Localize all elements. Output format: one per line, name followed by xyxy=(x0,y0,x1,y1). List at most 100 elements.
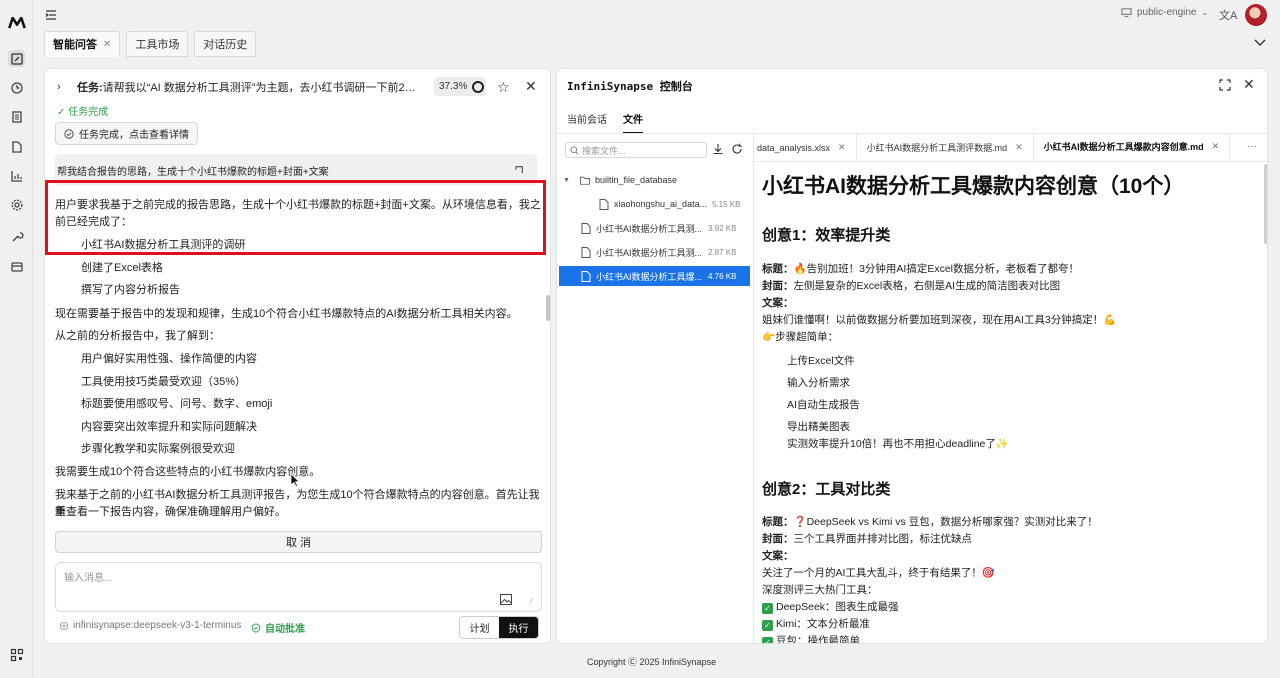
tree-file[interactable]: 小红书AI数据分析工具测... 2.87 KB xyxy=(581,242,753,262)
chat-messages[interactable]: ✓ 任务完成 任务完成，点击查看详情 帮我结合报告的思路，生成十个小红书爆款的标… xyxy=(45,105,550,525)
auto-approve-toggle[interactable]: 自动批准 xyxy=(251,620,305,635)
close-icon[interactable]: ✕ xyxy=(1243,76,1255,93)
download-icon[interactable] xyxy=(712,143,724,155)
refresh-icon[interactable] xyxy=(731,143,743,155)
auto-approve-label: 自动批准 xyxy=(265,624,305,635)
copy-icon[interactable] xyxy=(514,164,525,175)
qr-code-icon[interactable] xyxy=(8,646,25,663)
check-icon: ✓ xyxy=(762,637,773,643)
assistant-list-item: 撰写了内容分析报告 xyxy=(81,284,180,296)
console-subtabs: 当前会话 文件 xyxy=(567,111,643,134)
tab-tool-market[interactable]: 工具市场 xyxy=(126,31,189,57)
search-placeholder: 搜索文件... xyxy=(582,145,626,156)
doc-heading: 创意1：效率提升类 xyxy=(762,227,891,244)
assistant-list-item: 标题要使用感叹号、问号、数字、emoji xyxy=(81,398,273,410)
doc-line: 文案： xyxy=(762,550,794,562)
tree-file[interactable]: 小红书AI数据分析工具测... 3.92 KB xyxy=(581,218,753,238)
editor-scrollbar[interactable] xyxy=(1264,164,1267,244)
plan-mode-button[interactable]: 计划 xyxy=(460,617,499,638)
chevron-down-icon: ⌄ xyxy=(1201,8,1209,17)
file-icon[interactable] xyxy=(8,138,25,155)
translate-icon[interactable]: 文A xyxy=(1219,7,1237,23)
tab-current-session[interactable]: 当前会话 xyxy=(567,111,607,134)
card-icon[interactable] xyxy=(8,258,25,275)
app-logo-icon[interactable] xyxy=(7,14,26,31)
cancel-button[interactable]: 取 消 xyxy=(55,531,542,553)
top-bar: public-engine ⌄ 文A xyxy=(33,0,1280,30)
doc-list-item: AI自动生成报告 xyxy=(787,399,860,411)
editor-tab-active[interactable]: 小红书AI数据分析工具爆款内容创意.md ✕ xyxy=(1033,134,1231,161)
tree-item-label: 小红书AI数据分析工具爆... xyxy=(596,271,703,282)
task-title[interactable]: 任务:请帮我以“AI 数据分析工具测评”为主题，去小红书调研一下前20篇点赞量最… xyxy=(77,79,417,95)
chevron-right-icon[interactable]: › xyxy=(57,81,67,93)
doc-line: 实测效率提升10倍！再也不用担心deadline了✨ xyxy=(787,438,1009,450)
file-search-input[interactable]: 搜索文件... xyxy=(565,142,707,158)
folder-icon xyxy=(579,176,590,185)
model-icon xyxy=(59,621,69,630)
engine-label: public-engine xyxy=(1137,7,1197,18)
chat-edit-icon[interactable] xyxy=(8,50,25,67)
editor-tab[interactable]: data_analysis.xlsx ✕ xyxy=(754,134,857,161)
task-details-button[interactable]: 任务完成，点击查看详情 xyxy=(55,122,198,145)
execute-mode-button[interactable]: 执行 xyxy=(499,617,538,638)
chart-icon[interactable] xyxy=(8,167,25,184)
engine-selector[interactable]: public-engine ⌄ xyxy=(1121,7,1208,18)
wrench-icon[interactable] xyxy=(8,228,25,245)
close-icon[interactable]: ✕ xyxy=(1015,142,1023,153)
file-tree: 搜索文件... ▼ builtin_file_database xiaohong… xyxy=(557,134,754,643)
tab-chat-history[interactable]: 对话历史 xyxy=(194,31,257,57)
image-upload-icon[interactable] xyxy=(500,594,512,605)
history-icon[interactable] xyxy=(8,79,25,96)
file-size: 3.92 KB xyxy=(708,223,737,233)
chat-panel: › 任务:请帮我以“AI 数据分析工具测评”为主题，去小红书调研一下前20篇点赞… xyxy=(44,68,551,644)
tree-file-selected[interactable]: 小红书AI数据分析工具爆... 4.76 KB xyxy=(559,266,750,286)
doc-line: 姐妹们谁懂啊！以前做数据分析要加班到深夜，现在用AI工具3分钟搞定！💪 xyxy=(762,314,1117,326)
shield-check-icon xyxy=(251,622,261,633)
more-icon[interactable]: ··· xyxy=(1247,141,1257,152)
file-size: 2.87 KB xyxy=(708,247,737,257)
star-icon[interactable]: ☆ xyxy=(497,79,510,96)
details-label: 任务完成，点击查看详情 xyxy=(79,130,189,141)
close-icon[interactable]: ✕ xyxy=(525,78,537,95)
tree-file[interactable]: xiaohongshu_ai_data... 5.15 KB xyxy=(599,194,753,214)
doc-line: 文案： xyxy=(762,297,794,309)
tree-folder[interactable]: ▼ builtin_file_database xyxy=(563,170,753,190)
chevron-down-icon[interactable] xyxy=(1253,35,1267,49)
resize-handle-icon[interactable]: ⁄ xyxy=(531,597,532,606)
menu-collapse-icon[interactable] xyxy=(44,8,58,22)
assistant-list-item: 步骤化教学和实际案例很受欢迎 xyxy=(81,443,235,455)
tree-item-label: 小红书AI数据分析工具测... xyxy=(596,223,703,234)
doc-check-item: ✓ DeepSeek：图表生成最强 xyxy=(762,599,899,614)
message-input[interactable]: 输入消息... xyxy=(55,562,542,612)
file-size: 4.76 KB xyxy=(708,271,737,281)
settings-gear-icon[interactable] xyxy=(8,196,25,213)
editor-tab-label: 小红书AI数据分析工具测评数据.md xyxy=(866,143,1008,153)
tree-item-label: 小红书AI数据分析工具测... xyxy=(596,247,703,258)
tree-item-label: xiaohongshu_ai_data... xyxy=(614,199,708,209)
expand-icon[interactable] xyxy=(1219,79,1231,91)
console-title: InfiniSynapse 控制台 xyxy=(567,80,693,93)
assistant-list-item: 内容要突出效率提升和实际问题解决 xyxy=(81,421,257,433)
tree-item-label: builtin_file_database xyxy=(594,175,678,185)
document-list-icon[interactable] xyxy=(8,108,25,125)
tab-files[interactable]: 文件 xyxy=(623,111,643,134)
doc-list-item: 导出精美图表 xyxy=(787,421,850,433)
tab-smart-qa[interactable]: 智能问答 ✕ xyxy=(44,31,121,57)
close-icon[interactable]: ✕ xyxy=(838,142,846,153)
check-circle-icon xyxy=(64,128,74,139)
caret-down-icon: ▼ xyxy=(563,176,570,184)
close-icon[interactable]: ✕ xyxy=(1212,141,1220,152)
assistant-line: 前已经完成了： xyxy=(55,216,132,228)
model-indicator[interactable]: infinisynapse:deepseek-v3-1-terminus xyxy=(59,620,241,631)
avatar[interactable] xyxy=(1245,4,1267,26)
assistant-list-item: 工具使用技巧类最受欢迎（35%） xyxy=(81,376,247,388)
file-size: 5.15 KB xyxy=(712,199,741,209)
console-panel: InfiniSynapse 控制台 ✕ 当前会话 文件 搜索文件... ▼ bu… xyxy=(556,68,1268,644)
close-icon[interactable]: ✕ xyxy=(103,39,111,50)
doc-check-item: ✓ 豆包：操作最简单 xyxy=(762,633,860,643)
icon-rail xyxy=(0,0,33,678)
markdown-preview[interactable]: 小红书AI数据分析工具爆款内容创意（10个） 创意1：效率提升类 标题：🔥告别加… xyxy=(754,162,1267,643)
editor-tab[interactable]: 小红书AI数据分析工具测评数据.md ✕ xyxy=(857,134,1034,161)
doc-list-item: 输入分析需求 xyxy=(787,377,850,389)
chat-scrollbar[interactable] xyxy=(546,295,550,321)
